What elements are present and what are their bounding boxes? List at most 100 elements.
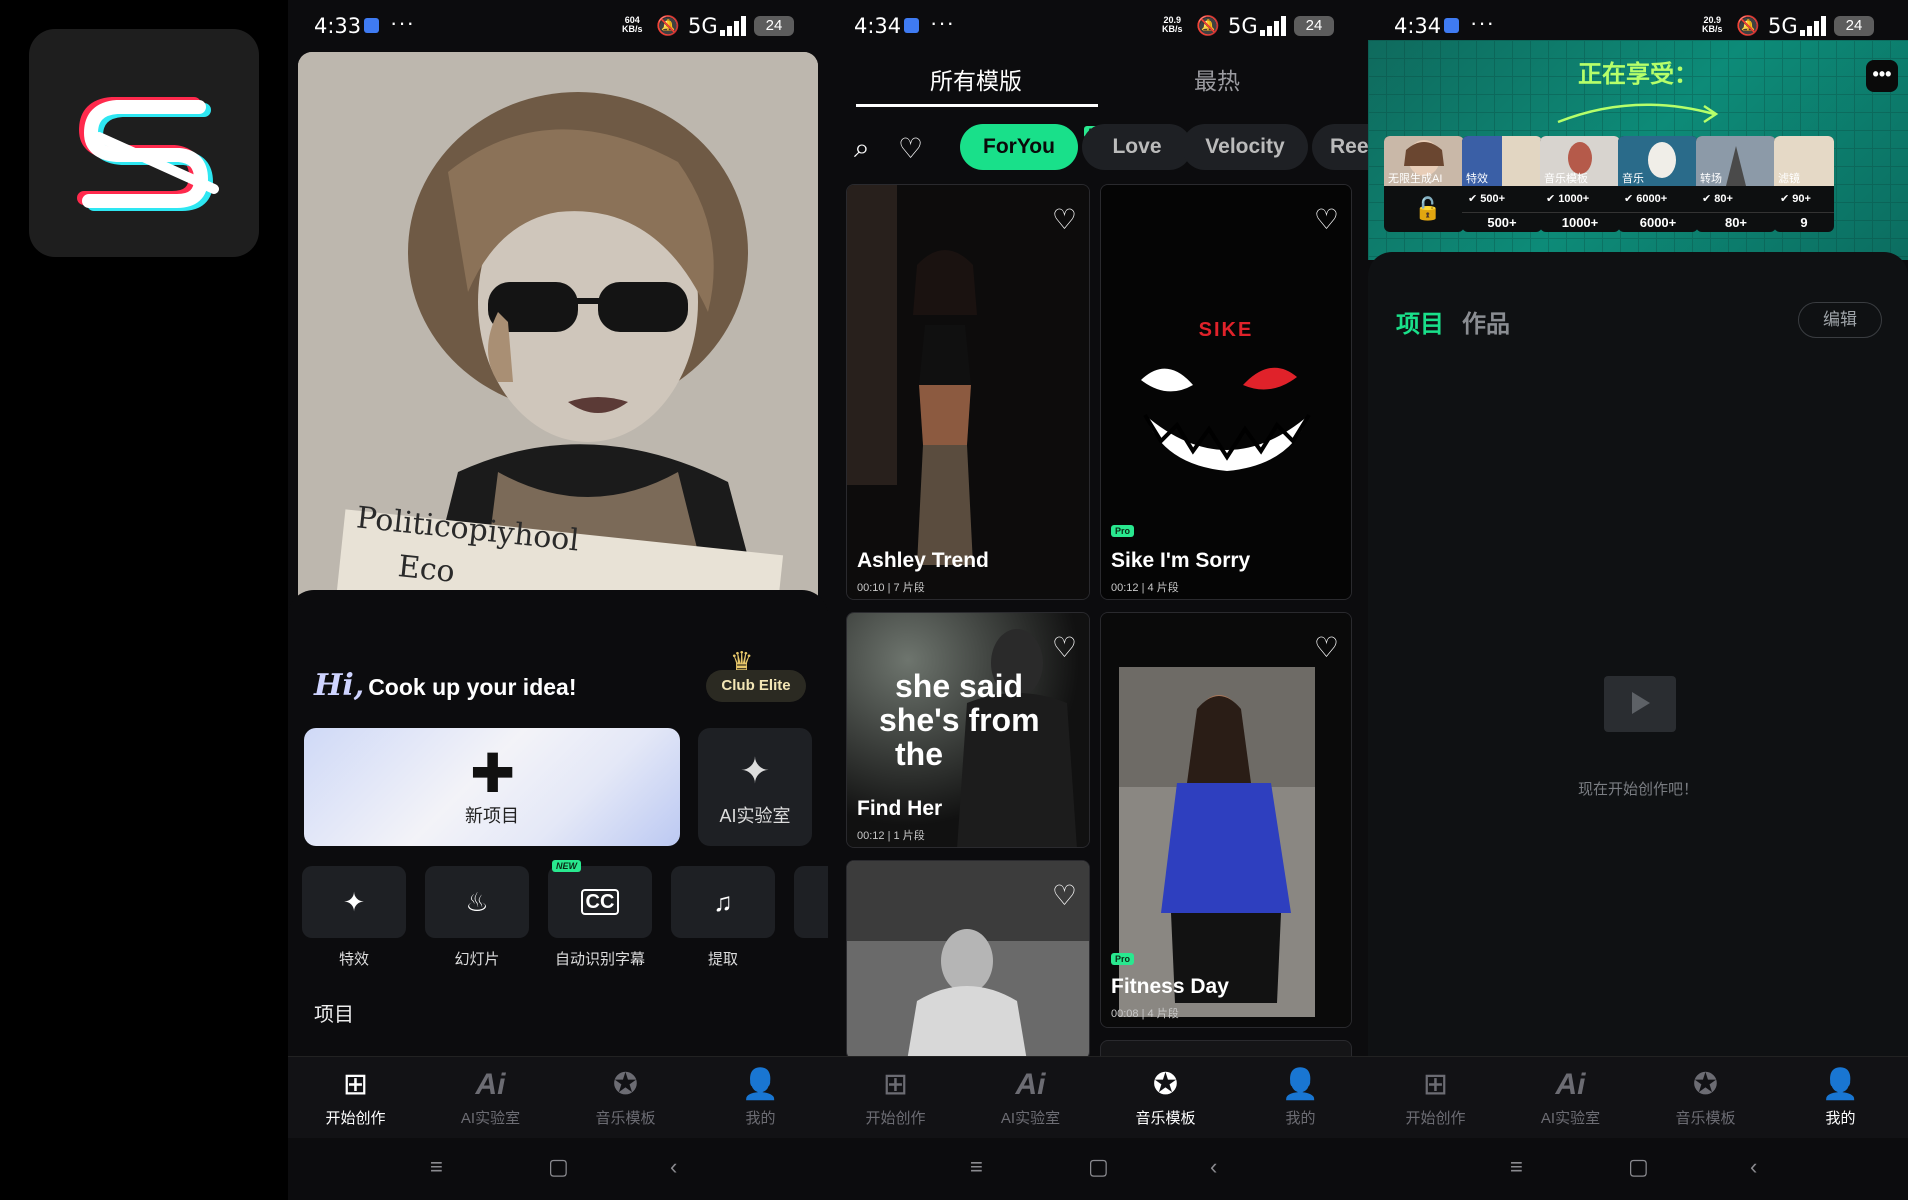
tool-auto-captions-button[interactable]: CC bbox=[548, 866, 652, 938]
chip-love[interactable]: Love bbox=[1082, 124, 1192, 170]
menu-icon[interactable]: ≡ bbox=[970, 1154, 983, 1180]
system-nav-bar: ≡ ▢ ‹ bbox=[828, 1138, 1368, 1200]
nav-ai-lab[interactable]: Ai AI实验室 bbox=[963, 1067, 1098, 1128]
home-square-icon[interactable]: ▢ bbox=[1628, 1154, 1649, 1180]
person-icon: 👤 bbox=[741, 1068, 780, 1101]
nav-me[interactable]: 👤 我的 bbox=[1233, 1067, 1368, 1128]
ai-icon: Ai bbox=[475, 1068, 506, 1101]
home-square-icon[interactable]: ▢ bbox=[548, 1154, 569, 1180]
template-card-fitness[interactable]: ♡ Pro Fitness Day 00:08 | 4 片段 bbox=[1100, 612, 1352, 1028]
tool-slideshow-button[interactable]: ♨ bbox=[425, 866, 529, 938]
menu-icon[interactable]: ≡ bbox=[1510, 1154, 1523, 1180]
chip-velocity[interactable]: Velocity bbox=[1182, 124, 1308, 170]
tool-extract-button[interactable]: ♫ bbox=[671, 866, 775, 938]
membership-banner[interactable]: 正在享受： ••• 无限生成AI 🔓 特效 ✔ 500+ 500+ 音乐模板 ✔… bbox=[1368, 40, 1908, 260]
favorites-heart-icon[interactable]: ♡ bbox=[898, 132, 923, 165]
chip-foryou[interactable]: ForYou bbox=[960, 124, 1078, 170]
template-card-ashley[interactable]: ♡ Ashley Trend 00:10 | 7 片段 bbox=[846, 184, 1090, 600]
tool-effects-button[interactable]: ✦ bbox=[302, 866, 406, 938]
tool-more-button[interactable] bbox=[794, 866, 828, 938]
menu-icon[interactable]: ≡ bbox=[430, 1154, 443, 1180]
ai-icon: Ai bbox=[1015, 1068, 1046, 1101]
ai-icon: Ai bbox=[1555, 1068, 1586, 1101]
feature-card[interactable]: 音乐 ✔ 6000+ 6000+ bbox=[1618, 136, 1698, 232]
edit-button[interactable]: 编辑 bbox=[1798, 302, 1882, 338]
hero-image[interactable]: Politicopiyhool Eco bbox=[298, 52, 818, 632]
template-tabs: 所有模版 最热 bbox=[828, 52, 1368, 108]
signal-icon bbox=[1260, 16, 1286, 36]
mute-bell-icon: 🔕 bbox=[656, 16, 680, 37]
tab-works[interactable]: 作品 bbox=[1462, 304, 1510, 339]
back-icon[interactable]: ‹ bbox=[1750, 1154, 1757, 1180]
sparkle-icon: ✦ bbox=[343, 887, 365, 917]
chip-ree[interactable]: Ree bbox=[1312, 124, 1368, 170]
new-project-label: 新项目 bbox=[465, 806, 519, 826]
network-type: 5G bbox=[688, 14, 718, 38]
favorite-heart-icon[interactable]: ♡ bbox=[1052, 879, 1077, 912]
template-thumbnail bbox=[847, 185, 1089, 599]
feature-card[interactable]: 音乐模板 ✔ 1000+ 1000+ bbox=[1540, 136, 1620, 232]
feature-name: 音乐 bbox=[1622, 173, 1644, 185]
nav-ai-lab[interactable]: Ai AI实验室 bbox=[423, 1067, 558, 1128]
mute-bell-icon: 🔕 bbox=[1736, 16, 1760, 37]
net-speed: 20.9 KB/s bbox=[1702, 15, 1723, 34]
back-icon[interactable]: ‹ bbox=[1210, 1154, 1217, 1180]
status-bar: 4:33 ··· 604 KB/s 🔕 5G 24 bbox=[288, 0, 828, 52]
ai-lab-button[interactable]: ✦ AI实验室 bbox=[698, 728, 812, 846]
empty-state-text: 现在开始创作吧！ bbox=[1577, 781, 1698, 798]
tab-all-templates[interactable]: 所有模版 bbox=[930, 62, 1022, 96]
more-dots-icon: ··· bbox=[1470, 10, 1495, 35]
feature-name: 转场 bbox=[1700, 173, 1722, 185]
nav-me[interactable]: 👤 我的 bbox=[1773, 1067, 1908, 1128]
greeting: Hi, Cook up your idea! bbox=[314, 668, 576, 703]
flame-icon: ♨ bbox=[465, 887, 489, 917]
card-meta: 00:12 | 1 片段 bbox=[857, 830, 925, 842]
template-star-icon: ✪ bbox=[1692, 1068, 1719, 1101]
nav-music-templates[interactable]: ✪ 音乐模板 bbox=[1638, 1067, 1773, 1128]
category-chips: ⌕ ♡ ForYou NEW Love Velocity Ree bbox=[828, 118, 1368, 178]
tool-label: 特效 bbox=[338, 951, 369, 968]
tab-projects[interactable]: 项目 bbox=[1396, 304, 1444, 339]
feature-card[interactable]: 无限生成AI 🔓 bbox=[1384, 136, 1464, 232]
nav-music-templates[interactable]: ✪ 音乐模板 bbox=[1098, 1067, 1233, 1128]
search-icon[interactable]: ⌕ bbox=[854, 132, 870, 165]
card-title: Fitness Day bbox=[1111, 975, 1229, 998]
new-project-button[interactable]: ✚ 新项目 bbox=[304, 728, 680, 846]
nav-create[interactable]: ⊞ 开始创作 bbox=[288, 1067, 423, 1128]
card-meta: 00:08 | 4 片段 bbox=[1111, 1008, 1179, 1020]
bottom-nav: ⊞ 开始创作 Ai AI实验室 ✪ 音乐模板 👤 我的 bbox=[1368, 1056, 1908, 1138]
feature-card[interactable]: 特效 ✔ 500+ 500+ bbox=[1462, 136, 1542, 232]
feature-card[interactable]: 滤镜 ✔ 90+ 9 bbox=[1774, 136, 1834, 232]
nav-ai-lab[interactable]: Ai AI实验室 bbox=[1503, 1067, 1638, 1128]
app-icon-panel bbox=[0, 0, 288, 1200]
new-tag: NEW bbox=[552, 860, 581, 872]
feature-card[interactable]: 转场 ✔ 80+ 80+ bbox=[1696, 136, 1776, 232]
templates-screen: 4:34 ··· 20.9 KB/s 🔕 5G 24 所有模版 最热 ⌕ ♡ Fo… bbox=[828, 0, 1368, 1200]
home-square-icon[interactable]: ▢ bbox=[1088, 1154, 1109, 1180]
home-screen: 4:33 ··· 604 KB/s 🔕 5G 24 Politicopiyhool… bbox=[288, 0, 828, 1200]
favorite-heart-icon[interactable]: ♡ bbox=[1314, 203, 1339, 236]
template-card-partial[interactable]: ♡ bbox=[846, 860, 1090, 1060]
nav-music-templates[interactable]: ✪ 音乐模板 bbox=[558, 1067, 693, 1128]
status-time: 4:34 bbox=[854, 14, 902, 38]
favorite-heart-icon[interactable]: ♡ bbox=[1314, 631, 1339, 664]
tool-label: 幻灯片 bbox=[454, 951, 500, 968]
nav-create[interactable]: ⊞ 开始创作 bbox=[1368, 1067, 1503, 1128]
nav-me[interactable]: 👤 我的 bbox=[693, 1067, 828, 1128]
feature-name: 音乐模板 bbox=[1544, 173, 1588, 185]
greeting-text: Cook up your idea! bbox=[368, 674, 577, 700]
favorite-heart-icon[interactable]: ♡ bbox=[1052, 631, 1077, 664]
template-card-find-her[interactable]: she said she's from the ♡ Find Her 00:12… bbox=[846, 612, 1090, 848]
more-options-button[interactable]: ••• bbox=[1866, 60, 1898, 92]
favorite-heart-icon[interactable]: ♡ bbox=[1052, 203, 1077, 236]
template-card-sike[interactable]: SIKE ♡ Pro Sike I'm Sorry 00:12 | 4 片段 bbox=[1100, 184, 1352, 600]
club-elite-button[interactable]: Club Elite bbox=[706, 670, 806, 702]
nav-create[interactable]: ⊞ 开始创作 bbox=[828, 1067, 963, 1128]
sike-art-text: SIKE bbox=[1198, 319, 1254, 341]
plus-square-icon: ⊞ bbox=[342, 1068, 369, 1101]
back-icon[interactable]: ‹ bbox=[670, 1154, 677, 1180]
feature-badge: ✔ 500+ bbox=[1468, 193, 1506, 205]
tab-hottest[interactable]: 最热 bbox=[1194, 62, 1240, 96]
capcut-app-icon[interactable] bbox=[29, 29, 259, 257]
system-nav-bar: ≡ ▢ ‹ bbox=[1368, 1138, 1908, 1200]
